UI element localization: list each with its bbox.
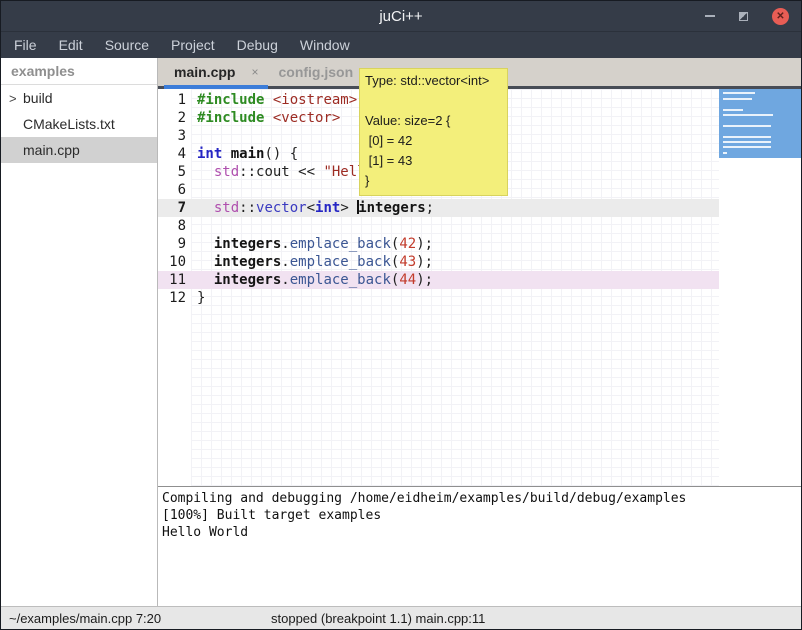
menu-item-project[interactable]: Project	[160, 37, 226, 53]
code-line[interactable]: integers.emplace_back(42);	[191, 235, 719, 253]
minimap-code-line	[723, 98, 752, 100]
minimize-button[interactable]	[705, 15, 715, 17]
tooltip-line: }	[365, 171, 503, 191]
menu-item-source[interactable]: Source	[94, 37, 160, 53]
minimap-code-line	[723, 141, 771, 143]
project-name: examples	[1, 58, 157, 85]
minimap-code-line	[723, 146, 771, 148]
file-tree: >build CMakeLists.txt main.cpp	[1, 85, 157, 163]
sidebar: examples >build CMakeLists.txt main.cpp	[1, 58, 158, 606]
status-file-position: ~/examples/main.cpp 7:20	[9, 611, 161, 626]
chevron-right-icon: >	[9, 91, 23, 106]
minimap-viewport[interactable]	[719, 89, 801, 158]
close-tab-icon[interactable]: ×	[251, 65, 258, 79]
gutter-line-number[interactable]: 6	[158, 181, 191, 199]
tree-item-label: main.cpp	[23, 142, 80, 158]
window-title: juCi++	[379, 8, 422, 25]
minimap-code-line	[723, 136, 771, 138]
terminal-output[interactable]: Compiling and debugging /home/eidheim/ex…	[158, 486, 801, 608]
gutter-line-number[interactable]: 12	[158, 289, 191, 307]
gutter-line-number[interactable]: 3	[158, 127, 191, 145]
gutter-line-number[interactable]: 4	[158, 145, 191, 163]
tree-item-label: CMakeLists.txt	[23, 116, 115, 132]
menu-item-debug[interactable]: Debug	[226, 37, 289, 53]
tree-item-build[interactable]: >build	[1, 85, 157, 111]
minimap-code-line	[723, 114, 773, 116]
code-line[interactable]: integers.emplace_back(43);	[191, 253, 719, 271]
tooltip-line: [1] = 43	[365, 151, 503, 171]
tab-label: config.json	[278, 64, 353, 80]
debug-value-tooltip: Type: std::vector<int> Value: size=2 { […	[359, 68, 508, 196]
restore-button[interactable]	[739, 12, 748, 21]
terminal-line: Hello World	[162, 524, 801, 541]
window-controls: ✕	[705, 1, 789, 31]
menu-item-window[interactable]: Window	[289, 37, 361, 53]
gutter-line-number[interactable]: 9	[158, 235, 191, 253]
code-line[interactable]: std::vector<int> integers;	[191, 199, 719, 217]
menu-bar: FileEditSourceProjectDebugWindow	[1, 31, 801, 58]
tree-item-cmakelists-txt[interactable]: CMakeLists.txt	[1, 111, 157, 137]
minimap-code-line	[723, 152, 727, 154]
tree-item-label: build	[23, 90, 53, 106]
gutter-line-number[interactable]: 2	[158, 109, 191, 127]
gutter-line-number[interactable]: 5	[158, 163, 191, 181]
tab-label: main.cpp	[174, 64, 235, 80]
minimap-code-line	[723, 125, 771, 127]
minimap-code-line	[723, 92, 755, 94]
code-line[interactable]: integers.emplace_back(44);	[191, 271, 719, 289]
minimap-code-line	[723, 109, 743, 111]
title-bar: juCi++ ✕	[1, 1, 801, 31]
terminal-line: Compiling and debugging /home/eidheim/ex…	[162, 490, 801, 507]
tooltip-line	[365, 91, 503, 111]
status-debug-status: stopped (breakpoint 1.1) main.cpp:11	[271, 611, 485, 626]
minimap[interactable]	[719, 89, 801, 486]
status-bar: ~/examples/main.cpp 7:20 stopped (breakp…	[1, 606, 801, 629]
tooltip-line: Value: size=2 {	[365, 111, 503, 131]
close-button[interactable]: ✕	[772, 8, 789, 25]
tooltip-line: [0] = 42	[365, 131, 503, 151]
tooltip-line: Type: std::vector<int>	[365, 71, 503, 91]
gutter-line-number[interactable]: 1	[158, 91, 191, 109]
tree-item-main-cpp[interactable]: main.cpp	[1, 137, 157, 163]
menu-item-edit[interactable]: Edit	[48, 37, 94, 53]
tab-config-json[interactable]: config.json	[268, 58, 363, 86]
code-line[interactable]: }	[191, 289, 719, 307]
gutter-line-number[interactable]: 11	[158, 271, 191, 289]
gutter-line-number[interactable]: 7	[158, 199, 191, 217]
code-line[interactable]	[191, 217, 719, 235]
terminal-line: [100%] Built target examples	[162, 507, 801, 524]
gutter: 123456789101112	[158, 89, 191, 486]
gutter-line-number[interactable]: 10	[158, 253, 191, 271]
menu-item-file[interactable]: File	[3, 37, 48, 53]
tab-main-cpp[interactable]: main.cpp ×	[164, 58, 268, 86]
gutter-line-number[interactable]: 8	[158, 217, 191, 235]
